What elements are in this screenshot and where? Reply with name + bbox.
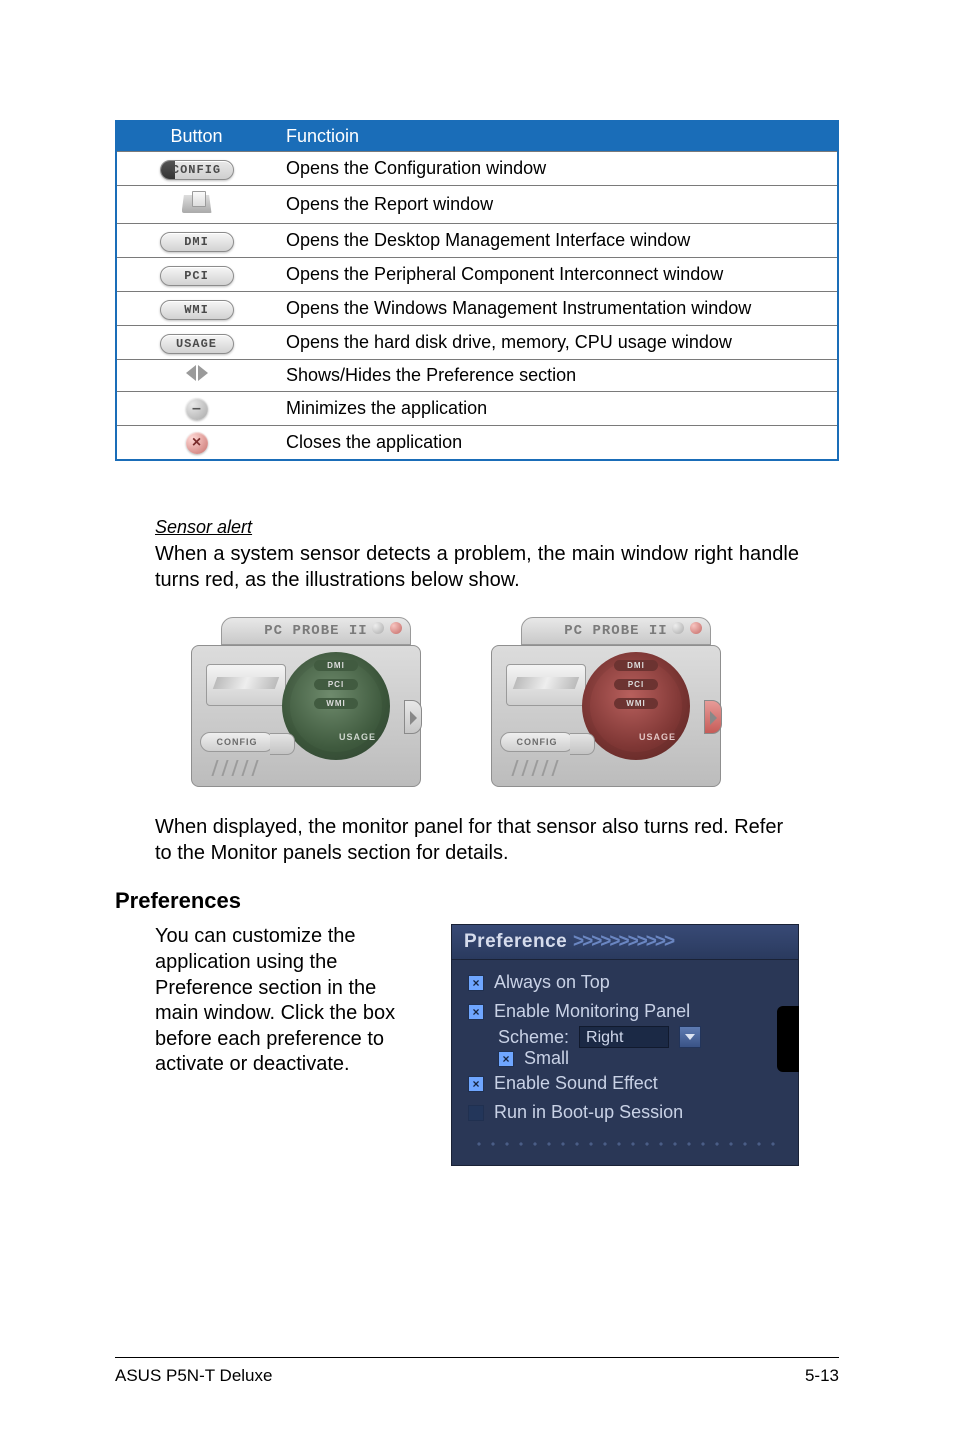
footer-product: ASUS P5N-T Deluxe [115, 1366, 272, 1386]
table-row: – Minimizes the application [116, 392, 838, 426]
dropdown-icon[interactable] [679, 1026, 701, 1048]
config-tab-icon: CONFIG [500, 732, 574, 752]
asus-logo-icon [506, 664, 586, 706]
col-function: Functioin [276, 121, 838, 152]
minimize-icon: – [186, 398, 208, 420]
row-desc: Minimizes the application [276, 392, 838, 426]
row-desc: Opens the Configuration window [276, 152, 838, 186]
wmi-icon: WMI [160, 300, 234, 320]
expand-handle-alert-icon [704, 700, 722, 734]
sensor-fan-icon: DMI PCI WMI [282, 652, 390, 760]
minimize-icon [672, 622, 684, 634]
panel-notch-icon [777, 1006, 799, 1072]
report-icon [182, 191, 212, 213]
label-small: Small [524, 1048, 569, 1069]
sensor-alert-heading: Sensor alert [155, 517, 799, 538]
table-row: PCI Opens the Peripheral Component Inter… [116, 258, 838, 292]
col-button: Button [116, 121, 276, 152]
preference-panel-title: Preference >>>>>>>>>>> [452, 925, 798, 960]
toggle-icon [186, 365, 208, 381]
close-icon [690, 622, 702, 634]
row-desc: Opens the Windows Management Instrumenta… [276, 292, 838, 326]
expand-handle-icon [404, 700, 422, 734]
button-function-table: Button Functioin CONFIG Opens the Config… [115, 120, 839, 461]
asus-logo-icon [206, 664, 286, 706]
table-row: USAGE Opens the hard disk drive, memory,… [116, 326, 838, 360]
preferences-description: You can customize the application using … [155, 924, 425, 1078]
sensor-alert-paragraph: When a system sensor detects a problem, … [155, 542, 799, 593]
scheme-select[interactable]: Right [579, 1026, 669, 1048]
preference-panel: Preference >>>>>>>>>>> Always on Top Ena… [451, 924, 799, 1166]
sensor-followup-paragraph: When displayed, the monitor panel for th… [155, 815, 799, 866]
pci-icon: PCI [160, 266, 234, 286]
row-desc: Opens the Desktop Management Interface w… [276, 224, 838, 258]
checkbox-enable-sound[interactable] [468, 1076, 484, 1092]
table-row: Opens the Report window [116, 186, 838, 224]
footer-page: 5-13 [805, 1366, 839, 1386]
config-tab-icon: CONFIG [200, 732, 274, 752]
checkbox-enable-monitoring[interactable] [468, 1004, 484, 1020]
label-run-in-boot: Run in Boot-up Session [494, 1102, 683, 1123]
table-row: × Closes the application [116, 426, 838, 461]
close-icon [390, 622, 402, 634]
row-desc: Opens the Peripheral Component Interconn… [276, 258, 838, 292]
chevrons-icon: >>>>>>>>>>> [573, 931, 673, 952]
row-desc: Opens the hard disk drive, memory, CPU u… [276, 326, 838, 360]
dmi-icon: DMI [160, 232, 234, 252]
label-always-on-top: Always on Top [494, 972, 610, 993]
usage-label: USAGE [339, 732, 376, 742]
row-desc: Opens the Report window [276, 186, 838, 224]
config-icon: CONFIG [160, 160, 234, 180]
row-desc: Shows/Hides the Preference section [276, 360, 838, 392]
usage-icon: USAGE [160, 334, 234, 354]
checkbox-run-in-boot[interactable] [468, 1105, 484, 1121]
sensor-fan-alert-icon: DMI PCI WMI [582, 652, 690, 760]
close-icon: × [186, 432, 208, 454]
preferences-heading: Preferences [115, 888, 799, 914]
table-row: DMI Opens the Desktop Management Interfa… [116, 224, 838, 258]
dots-decoration-icon [468, 1133, 782, 1147]
checkbox-small[interactable] [498, 1051, 514, 1067]
row-desc: Closes the application [276, 426, 838, 461]
checkbox-always-on-top[interactable] [468, 975, 484, 991]
table-row: CONFIG Opens the Configuration window [116, 152, 838, 186]
label-enable-sound: Enable Sound Effect [494, 1073, 658, 1094]
pcprobe-widget-alert: PC PROBE II DMI PCI WMI USAGE CONFIG [491, 617, 721, 787]
label-scheme: Scheme: [498, 1027, 569, 1048]
label-enable-monitoring: Enable Monitoring Panel [494, 1001, 690, 1022]
minimize-icon [372, 622, 384, 634]
usage-label: USAGE [639, 732, 676, 742]
table-row: WMI Opens the Windows Management Instrum… [116, 292, 838, 326]
table-row: Shows/Hides the Preference section [116, 360, 838, 392]
pcprobe-widget-normal: PC PROBE II DMI PCI WMI USAGE CONFIG [191, 617, 421, 787]
